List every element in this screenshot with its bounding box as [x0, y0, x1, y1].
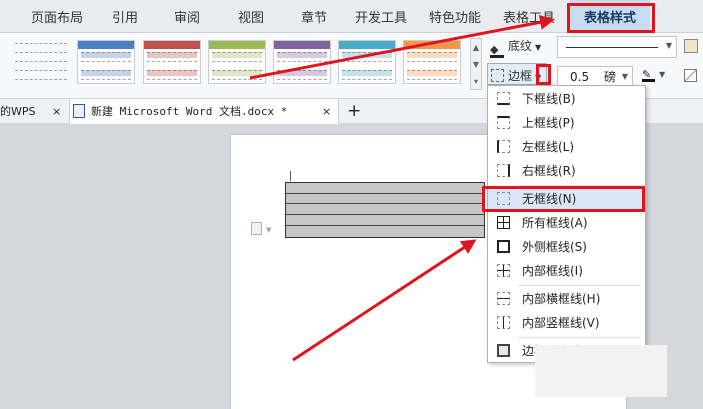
arrow-to-table-style-tab — [249, 14, 555, 80]
arrow-to-no-border-item — [292, 239, 477, 362]
annotation-arrows — [249, 14, 555, 362]
wps-window: { "menu": { "tabs": ["页面布局","引用","审阅","视… — [0, 0, 703, 409]
